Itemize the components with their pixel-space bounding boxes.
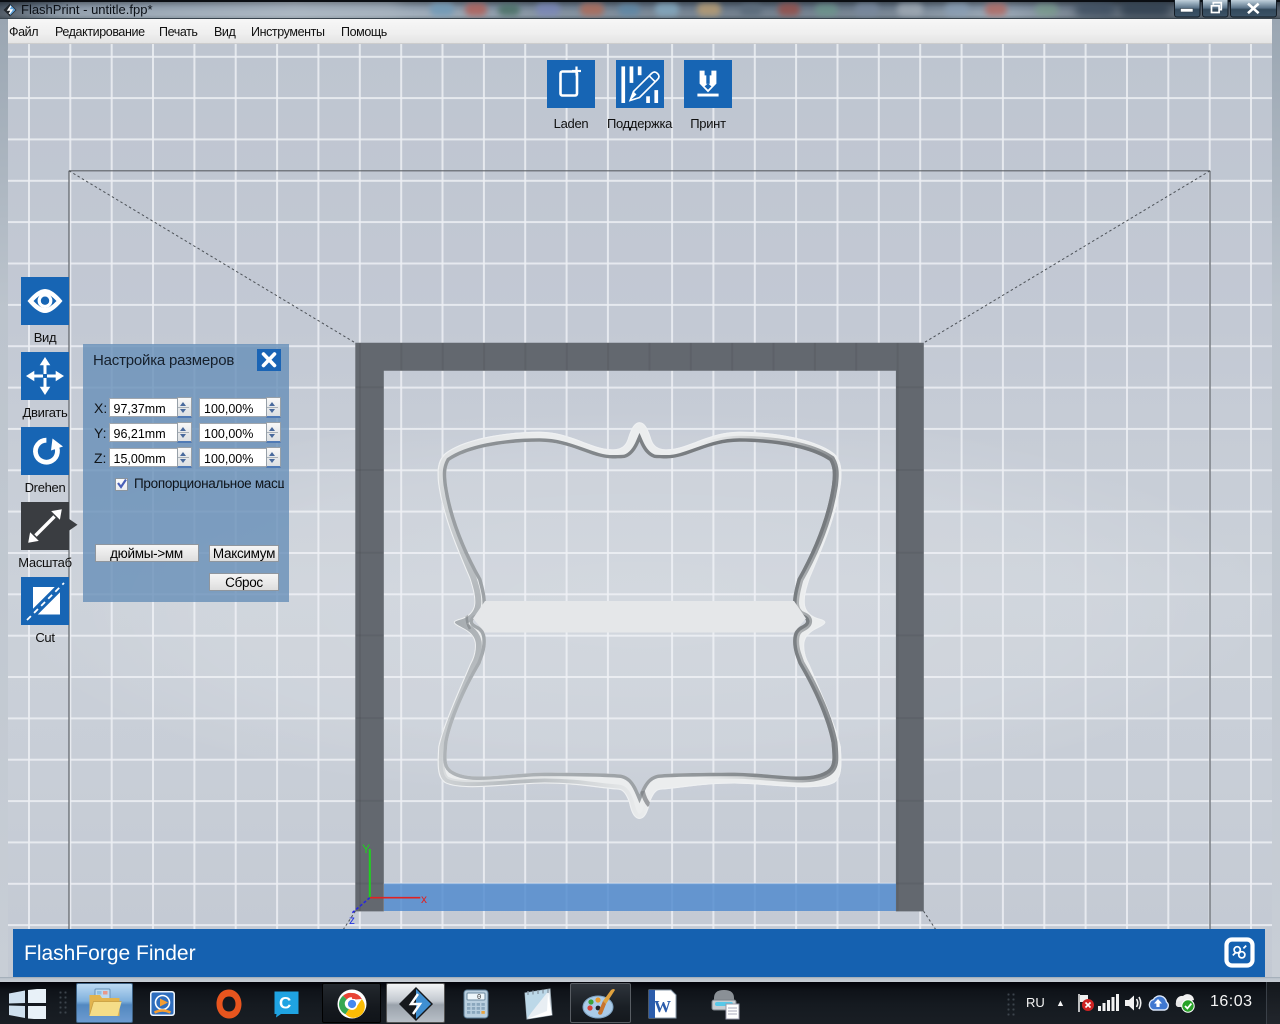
svg-text:Y: Y	[362, 842, 370, 856]
svg-text:z: z	[349, 913, 355, 927]
svg-text:x: x	[421, 892, 427, 906]
svg-text:W: W	[654, 997, 671, 1016]
svg-text:0: 0	[477, 994, 481, 1002]
svg-text:C: C	[279, 994, 291, 1013]
